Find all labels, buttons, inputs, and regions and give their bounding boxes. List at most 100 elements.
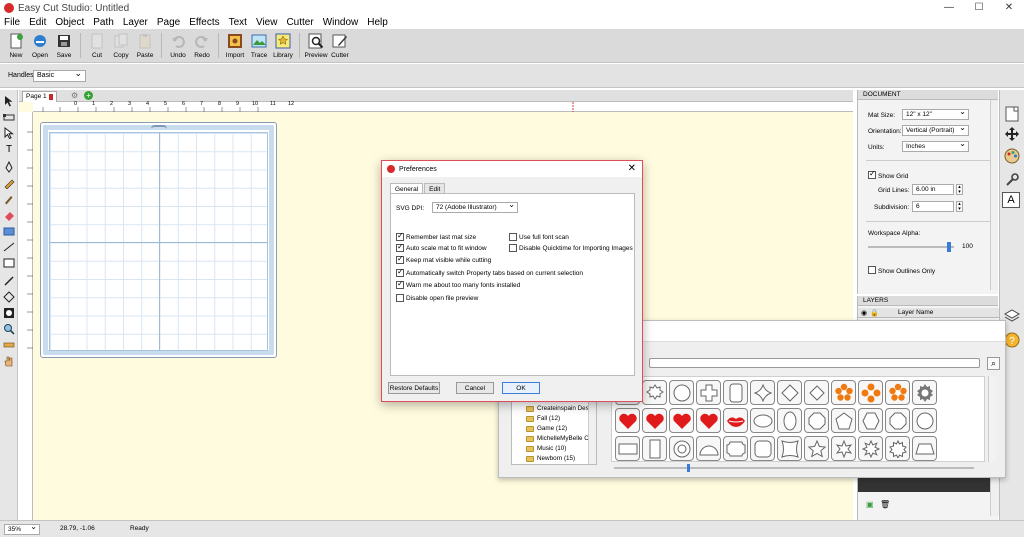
rectangle-tool-icon[interactable] [2, 256, 16, 270]
bezier-pen-icon[interactable] [2, 160, 16, 174]
library-scrollbar[interactable] [988, 376, 996, 462]
handles-select[interactable]: Basic [33, 68, 86, 82]
menu-cutter[interactable]: Cutter [286, 17, 313, 28]
menu-help[interactable]: Help [367, 17, 388, 28]
starburst-shape-icon[interactable] [885, 436, 910, 461]
text-properties-icon[interactable]: A [1002, 192, 1020, 208]
concave-square-shape-icon[interactable] [777, 436, 802, 461]
red-heart-icon[interactable] [615, 408, 640, 433]
menu-window[interactable]: Window [323, 17, 359, 28]
undo-button[interactable]: Undo [166, 29, 190, 62]
import-button[interactable]: Import [223, 29, 247, 62]
star5-shape-icon[interactable] [804, 436, 829, 461]
pentagon-shape-icon[interactable] [831, 408, 856, 433]
keep-mat-visible-checkbox[interactable]: Keep mat visible while cutting [396, 254, 491, 264]
star6-shape-icon[interactable] [831, 436, 856, 461]
menu-effects[interactable]: Effects [189, 17, 219, 28]
tree-scrollbar[interactable] [588, 402, 596, 464]
copy-button[interactable]: Copy [109, 29, 133, 62]
ok-button[interactable]: OK [502, 382, 540, 394]
close-button[interactable]: ✕ [994, 0, 1024, 16]
hexagon-shape-icon[interactable] [858, 408, 883, 433]
preview-button[interactable]: Preview [304, 29, 328, 62]
shape-tool-icon[interactable] [2, 224, 16, 238]
vertical-oval-shape-icon[interactable] [777, 408, 802, 433]
slider-thumb[interactable] [687, 464, 690, 472]
diamond-shape-icon[interactable] [777, 380, 802, 405]
menu-edit[interactable]: Edit [29, 17, 46, 28]
zoom-select[interactable]: 35% [4, 522, 40, 535]
rounded-rect-shape-icon[interactable] [723, 380, 748, 405]
red-heart-icon[interactable] [696, 408, 721, 433]
subdivision-spinner[interactable]: ▴ ▾ [956, 201, 963, 212]
orange-flower-icon[interactable] [858, 380, 883, 405]
ring-shape-icon[interactable] [669, 436, 694, 461]
oval-shape-icon[interactable] [750, 408, 775, 433]
slider-thumb[interactable] [947, 242, 951, 252]
minimize-button[interactable]: — [934, 0, 964, 16]
save-button[interactable]: Save [52, 29, 76, 62]
maximize-button[interactable]: ☐ [964, 0, 994, 16]
page-settings-icon[interactable]: ⚙ [71, 91, 78, 100]
orange-flower-icon[interactable] [831, 380, 856, 405]
cutter-button[interactable]: Cutter [328, 29, 352, 62]
line-tool-icon[interactable] [2, 240, 16, 254]
half-circle-shape-icon[interactable] [696, 436, 721, 461]
units-select[interactable]: Inches [902, 139, 969, 152]
remember-mat-size-checkbox[interactable]: Remember last mat size [396, 231, 476, 241]
restore-defaults-button[interactable]: Restore Defaults [388, 382, 440, 394]
delete-layer-icon[interactable]: 🗑 [880, 500, 890, 509]
trapezoid-shape-icon[interactable] [912, 436, 937, 461]
cross-shape-icon[interactable] [696, 380, 721, 405]
red-heart-icon[interactable] [669, 408, 694, 433]
folder-item[interactable]: Music (10) [526, 445, 566, 452]
circle-shape-icon[interactable] [669, 380, 694, 405]
show-outlines-checkbox[interactable]: Show Outlines Only [868, 266, 935, 275]
add-layer-icon[interactable]: ▣ [866, 500, 874, 509]
select-arrow-icon[interactable] [2, 94, 16, 108]
svg-dpi-select[interactable]: 72 (Adobe Illustrator) [432, 200, 518, 213]
knife-tool-icon[interactable] [2, 274, 16, 288]
eraser-icon[interactable] [2, 208, 16, 222]
disable-preview-checkbox[interactable]: Disable open file preview [396, 294, 478, 302]
menu-path[interactable]: Path [93, 17, 114, 28]
subdivision-input[interactable]: 6 [912, 201, 954, 212]
grid-lines-input[interactable]: 6.00 in [912, 184, 954, 195]
octagon-shape-icon[interactable] [804, 408, 829, 433]
auto-scale-mat-checkbox[interactable]: Auto scale mat to fit window [396, 242, 487, 252]
polygon-tool-icon[interactable] [2, 290, 16, 304]
tall-rectangle-shape-icon[interactable] [642, 436, 667, 461]
wrench-icon[interactable] [1002, 170, 1022, 190]
folder-item[interactable]: Fall (12) [526, 415, 560, 422]
dialog-close-icon[interactable]: ✕ [628, 163, 636, 174]
library-button[interactable]: Library [271, 29, 295, 62]
cutting-mat[interactable] [40, 122, 277, 358]
orange-flower-icon[interactable] [885, 380, 910, 405]
decagon-shape-icon[interactable] [912, 408, 937, 433]
library-size-slider[interactable] [614, 464, 974, 472]
full-font-scan-checkbox[interactable]: Use full font scan [509, 233, 569, 241]
rounded-square-shape-icon[interactable] [750, 436, 775, 461]
menu-layer[interactable]: Layer [123, 17, 148, 28]
trace-button[interactable]: Trace [247, 29, 271, 62]
layer-row-dark[interactable] [858, 478, 990, 492]
node-edit-icon[interactable] [2, 110, 16, 124]
page-tab[interactable]: Page 1 [22, 91, 57, 102]
menu-view[interactable]: View [256, 17, 278, 28]
direct-select-icon[interactable] [2, 126, 16, 140]
zoom-tool-icon[interactable] [2, 322, 16, 336]
menu-page[interactable]: Page [157, 17, 180, 28]
cut-button[interactable]: Cut [85, 29, 109, 62]
menu-object[interactable]: Object [55, 17, 84, 28]
weld-tool-icon[interactable] [2, 306, 16, 320]
octagon-shape-icon[interactable] [885, 408, 910, 433]
folder-item[interactable]: Game (12) [526, 425, 567, 432]
menu-file[interactable]: File [4, 17, 20, 28]
add-page-icon[interactable]: + [84, 91, 93, 100]
text-tool-icon[interactable]: T [2, 142, 16, 156]
document-icon[interactable] [1002, 104, 1022, 124]
hand-pan-icon[interactable] [2, 354, 16, 368]
rectangle-shape-icon[interactable] [615, 436, 640, 461]
color-palette-icon[interactable] [1002, 146, 1022, 166]
paste-button[interactable]: Paste [133, 29, 157, 62]
